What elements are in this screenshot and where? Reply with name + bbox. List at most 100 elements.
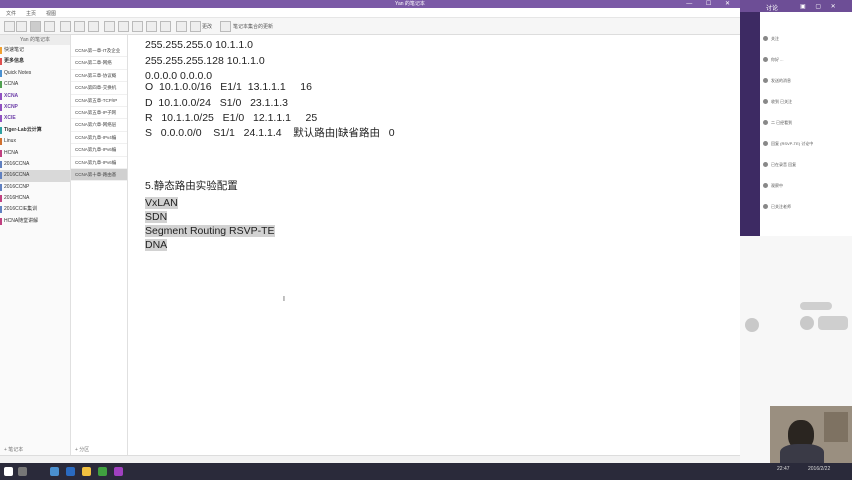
chat-pill[interactable] bbox=[800, 302, 832, 310]
notebook-item[interactable]: 更多信息 bbox=[0, 56, 70, 67]
person-body bbox=[780, 444, 824, 463]
notebook-label: XCNP bbox=[4, 103, 18, 110]
add-notebook-button[interactable]: + 笔记本 bbox=[4, 445, 23, 455]
notebook-item[interactable]: HCNA随堂讲解 bbox=[0, 216, 70, 227]
bold-icon[interactable] bbox=[60, 21, 71, 32]
notebook-item[interactable]: 2016CCNA bbox=[0, 159, 70, 170]
search-icon[interactable] bbox=[18, 467, 27, 476]
window-titlebar: Yan 的笔记本 — ☐ ✕ bbox=[0, 0, 740, 8]
paste-icon[interactable] bbox=[30, 21, 41, 32]
indent-icon[interactable] bbox=[132, 21, 143, 32]
avatar[interactable] bbox=[763, 204, 768, 209]
avatar[interactable] bbox=[763, 78, 768, 83]
app-icon[interactable] bbox=[50, 467, 59, 476]
notebook-item[interactable]: XCNA bbox=[0, 91, 70, 102]
notebook-label: 2016HCNA bbox=[4, 195, 30, 202]
notebook-item[interactable]: XCIE bbox=[0, 113, 70, 124]
section-heading: 5.静态路由实验配置 bbox=[145, 180, 238, 192]
highlighted-item[interactable]: SDN bbox=[145, 211, 168, 223]
notebook-color-tab bbox=[0, 47, 2, 54]
avatar[interactable] bbox=[763, 36, 768, 41]
section-item[interactable]: CCNA第一章-IT及企业 bbox=[71, 45, 127, 58]
avatar[interactable] bbox=[763, 183, 768, 188]
chat-header: 讨论 ▣ ▢ ✕ bbox=[740, 0, 852, 12]
section-header bbox=[71, 35, 127, 45]
notebook-item[interactable]: 2016CCIE集训 bbox=[0, 204, 70, 215]
notebook-label: CCNA bbox=[4, 81, 19, 88]
list-icon[interactable] bbox=[104, 21, 115, 32]
notebook-item[interactable]: 快速笔记 bbox=[0, 45, 70, 56]
avatar[interactable] bbox=[745, 318, 759, 332]
section-item[interactable]: CCNA第六章-网络层 bbox=[71, 119, 127, 132]
notebook-color-tab bbox=[0, 172, 2, 180]
window-controls[interactable]: — ☐ ✕ bbox=[686, 0, 736, 8]
notebook-item[interactable]: HCNA bbox=[0, 148, 70, 159]
section-item[interactable]: CCNA第九章-IPv6编 bbox=[71, 144, 127, 157]
toolbar-label-2[interactable]: 笔记本集合的更新 bbox=[233, 23, 273, 30]
section-item[interactable]: CCNA第九章-IPv6编 bbox=[71, 157, 127, 169]
notebook-item[interactable]: 2016CCNP bbox=[0, 182, 70, 193]
notebook-item[interactable]: 2016HCNA bbox=[0, 193, 70, 204]
section-item[interactable]: CCNA第二章-网络 bbox=[71, 57, 127, 70]
menu-view[interactable]: 视图 bbox=[46, 10, 56, 17]
section-item[interactable]: CCNA第三章-协议概 bbox=[71, 70, 127, 83]
italic-icon[interactable] bbox=[74, 21, 85, 32]
forward-icon[interactable] bbox=[16, 21, 27, 32]
chat-message: 观察中 bbox=[771, 183, 783, 188]
note-line: 255.255.255.128 10.1.1.0 bbox=[145, 55, 265, 67]
highlighted-item[interactable]: Segment Routing RSVP-TE bbox=[145, 225, 275, 237]
app-icon[interactable] bbox=[66, 467, 75, 476]
note-editor[interactable]: 255.255.255.0 10.1.1.0 255.255.255.128 1… bbox=[128, 35, 740, 455]
cut-icon[interactable] bbox=[44, 21, 55, 32]
highlighted-item[interactable]: VxLAN bbox=[145, 197, 178, 209]
menu-file[interactable]: 文件 bbox=[6, 10, 16, 17]
notebook-color-tab bbox=[0, 138, 2, 146]
tag-icon[interactable] bbox=[190, 21, 201, 32]
outdent-icon[interactable] bbox=[146, 21, 157, 32]
underline-icon[interactable] bbox=[88, 21, 99, 32]
section-item[interactable]: CCNA第五章-TCP/IP bbox=[71, 95, 127, 107]
section-item[interactable]: CCNA第四章-交换机 bbox=[71, 82, 127, 95]
notebook-item[interactable]: Linux bbox=[0, 136, 70, 147]
notebook-item[interactable]: Quick Notes bbox=[0, 68, 70, 79]
avatar[interactable] bbox=[763, 141, 768, 146]
avatar[interactable] bbox=[763, 162, 768, 167]
notebook-label: XCNA bbox=[4, 92, 19, 99]
start-icon[interactable] bbox=[4, 467, 13, 476]
section-item[interactable]: CCNA第九章-IPv4编 bbox=[71, 132, 127, 145]
numbered-list-icon[interactable] bbox=[118, 21, 129, 32]
chat-title: 讨论 bbox=[766, 6, 779, 12]
todo-icon[interactable] bbox=[176, 21, 187, 32]
chat-pill[interactable] bbox=[818, 316, 848, 330]
notebook-label: 2016CCIE集训 bbox=[4, 206, 38, 213]
chat-message: 你好 ... bbox=[771, 57, 784, 62]
add-section-button[interactable]: + 分区 bbox=[75, 445, 89, 455]
highlighted-item[interactable]: DNA bbox=[145, 239, 168, 251]
app-icon[interactable] bbox=[98, 467, 107, 476]
notebook-item[interactable]: CCNA bbox=[0, 79, 70, 90]
email-icon[interactable] bbox=[220, 21, 231, 32]
chat-controls[interactable]: ▣ ▢ ✕ bbox=[800, 3, 840, 10]
clock-time: 22:47 bbox=[777, 466, 790, 472]
notebook-color-tab bbox=[0, 183, 2, 191]
toolbar: 更改 笔记本集合的更新 bbox=[0, 18, 740, 35]
avatar[interactable] bbox=[763, 57, 768, 62]
avatar[interactable] bbox=[763, 120, 768, 125]
notebook-item[interactable]: XCNP bbox=[0, 102, 70, 113]
notebook-item[interactable]: 2016CCNA bbox=[0, 170, 70, 182]
toolbar-label-1[interactable]: 更改 bbox=[202, 23, 212, 30]
note-line: 255.255.255.0 10.1.1.0 bbox=[145, 39, 254, 51]
section-item[interactable]: CCNA第十章-路由基 bbox=[71, 168, 127, 182]
onenote-icon[interactable] bbox=[114, 467, 123, 476]
style-icon[interactable] bbox=[160, 21, 171, 32]
avatar[interactable] bbox=[763, 99, 768, 104]
menu-home[interactable]: 主页 bbox=[26, 10, 36, 17]
section-item[interactable]: CCNA第五章-IP子网 bbox=[71, 107, 127, 120]
notebook-color-tab bbox=[0, 160, 2, 168]
avatar[interactable] bbox=[800, 316, 814, 330]
folder-icon[interactable] bbox=[82, 467, 91, 476]
notebook-label: 2016CCNP bbox=[4, 183, 30, 190]
chat-message: 回复 (RSVP-TE) 讨论中 bbox=[771, 141, 814, 146]
back-icon[interactable] bbox=[4, 21, 15, 32]
notebook-item[interactable]: Tiger-Lab云计算 bbox=[0, 125, 70, 136]
